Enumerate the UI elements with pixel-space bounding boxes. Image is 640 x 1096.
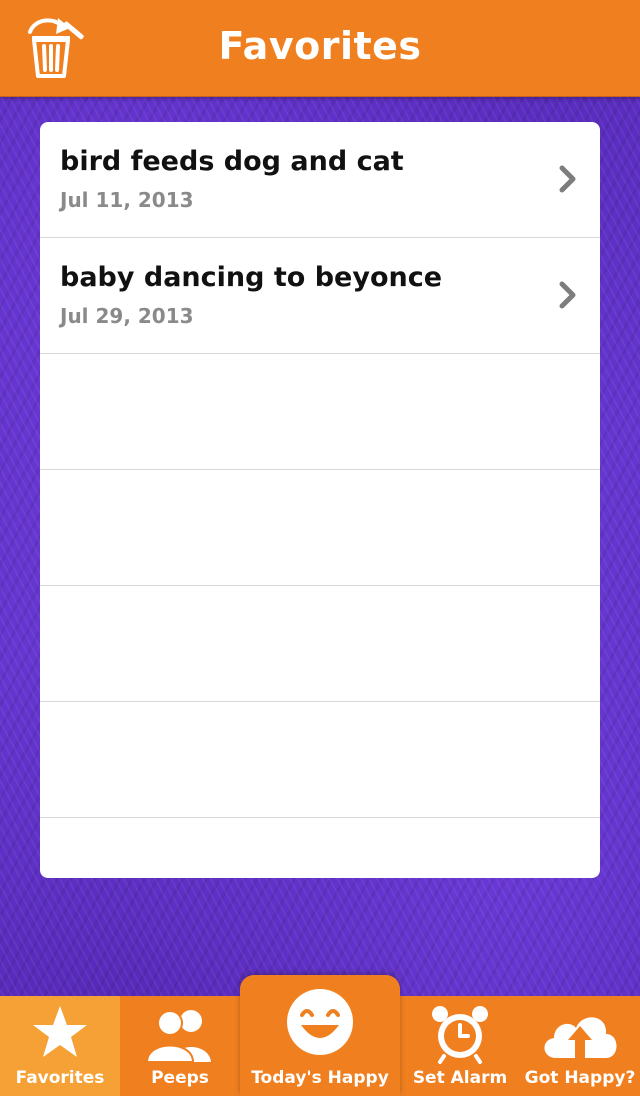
favorite-title: baby dancing to beyonce (60, 262, 443, 293)
alarm-clock-icon (432, 1006, 488, 1064)
cloud-upload-icon (544, 1017, 617, 1058)
empty-row (40, 470, 600, 586)
tab-got-happy[interactable]: Got Happy? (520, 996, 640, 1096)
empty-row (40, 586, 600, 702)
tab-todays-happy[interactable]: Today's Happy (240, 975, 400, 1096)
chevron-right-icon (559, 165, 576, 193)
header-bar: Favorites (0, 0, 640, 97)
tab-peeps[interactable]: Peeps (120, 996, 240, 1096)
star-icon (33, 1006, 87, 1057)
favorite-item[interactable]: bird feeds dog and cat Jul 11, 2013 (40, 122, 600, 238)
favorites-list: bird feeds dog and cat Jul 11, 2013 baby… (40, 122, 600, 878)
tab-label: Favorites (15, 1068, 105, 1088)
chevron-right-icon (559, 281, 576, 309)
empty-row (40, 702, 600, 818)
favorite-title: bird feeds dog and cat (60, 146, 404, 177)
tab-label: Today's Happy (251, 1068, 389, 1088)
tab-label: Got Happy? (524, 1068, 636, 1088)
tab-favorites[interactable]: Favorites (0, 996, 120, 1096)
tab-label: Peeps (151, 1068, 209, 1088)
favorite-date: Jul 29, 2013 (60, 304, 194, 328)
favorite-date: Jul 11, 2013 (60, 188, 194, 212)
people-icon (145, 1010, 211, 1062)
tab-label: Set Alarm (412, 1068, 508, 1088)
empty-row (40, 354, 600, 470)
tab-set-alarm[interactable]: Set Alarm (400, 996, 520, 1096)
smiley-icon (287, 989, 353, 1055)
page-title: Favorites (218, 24, 422, 68)
favorite-item[interactable]: baby dancing to beyonce Jul 29, 2013 (40, 238, 600, 354)
